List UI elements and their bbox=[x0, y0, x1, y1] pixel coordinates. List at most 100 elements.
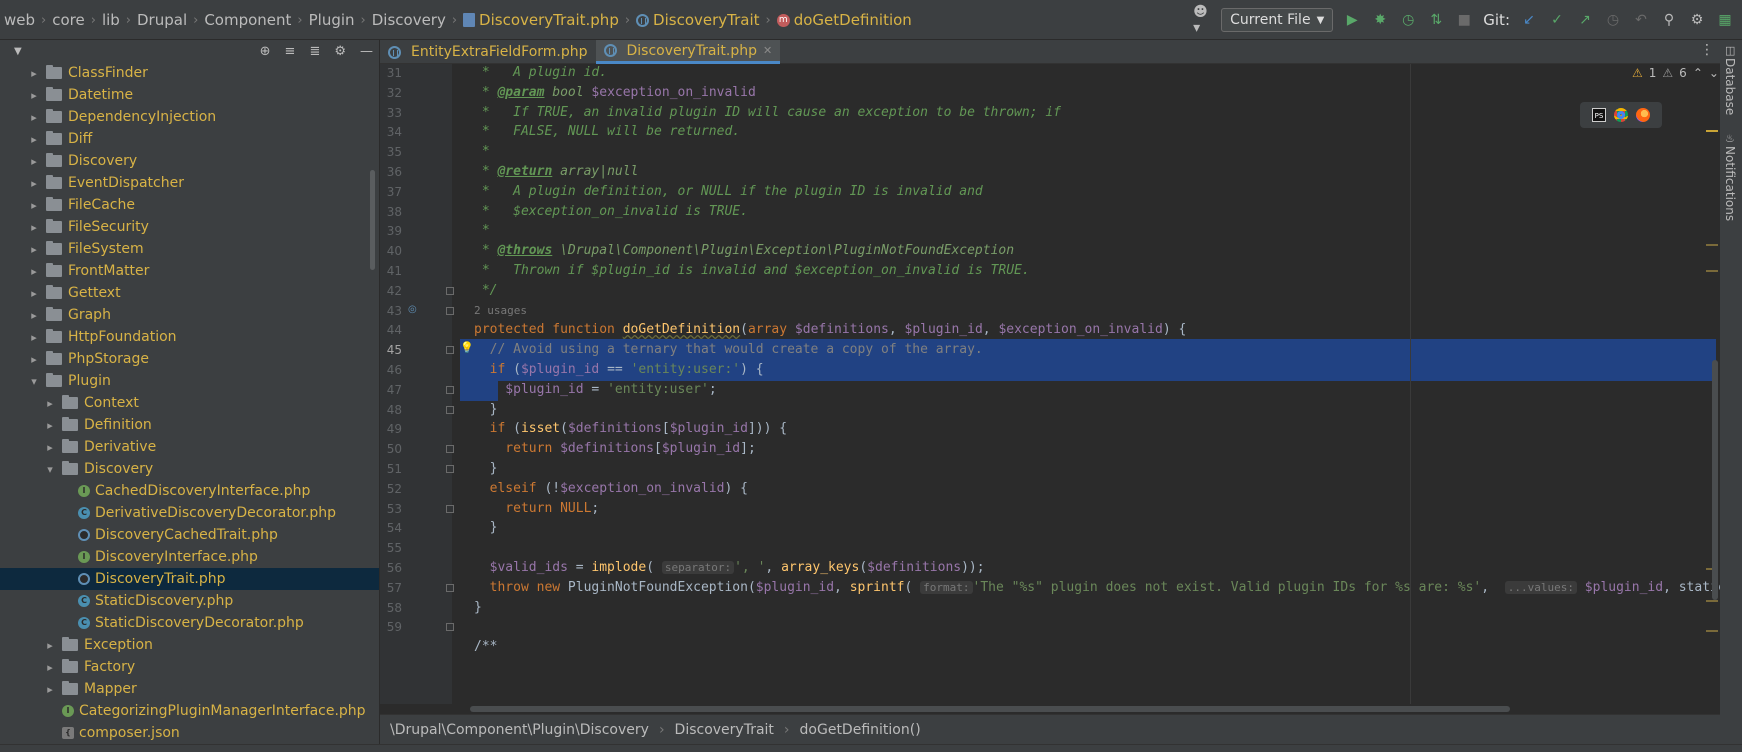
chevron-right-icon[interactable]: ▸ bbox=[28, 111, 40, 124]
marker-stripe[interactable] bbox=[1706, 600, 1718, 602]
phpstorm-icon[interactable]: PS bbox=[1592, 108, 1606, 122]
tree-folder[interactable]: ▾ Discovery bbox=[0, 458, 379, 480]
tree-scrollbar[interactable] bbox=[370, 170, 375, 270]
tree-folder[interactable]: ▸ Graph bbox=[0, 304, 379, 326]
marker-stripe[interactable] bbox=[1706, 270, 1718, 272]
database-tool-button[interactable]: Database bbox=[1723, 58, 1737, 115]
fold-marker[interactable] bbox=[446, 465, 454, 473]
breadcrumb-item[interactable]: web bbox=[4, 11, 35, 29]
run-icon[interactable]: ▶ bbox=[1343, 11, 1361, 29]
chevron-right-icon[interactable]: ▸ bbox=[44, 397, 56, 410]
marker-stripe[interactable] bbox=[1706, 244, 1718, 246]
chevron-right-icon[interactable]: ▸ bbox=[28, 331, 40, 344]
tree-file[interactable]: I DiscoveryInterface.php bbox=[0, 546, 379, 568]
breadcrumb-item[interactable]: Component bbox=[204, 11, 291, 29]
git-commit-icon[interactable]: ✓ bbox=[1548, 11, 1566, 29]
tree-file[interactable]: C StaticDiscoveryDecorator.php bbox=[0, 612, 379, 634]
marker-stripe[interactable] bbox=[1706, 630, 1718, 632]
breadcrumb-trait[interactable]: DiscoveryTrait bbox=[675, 722, 774, 738]
fold-marker[interactable] bbox=[446, 346, 454, 354]
chevron-right-icon[interactable]: ▸ bbox=[44, 441, 56, 454]
fold-marker[interactable] bbox=[446, 287, 454, 295]
hide-icon[interactable]: — bbox=[360, 44, 373, 59]
more-tabs-icon[interactable]: ⋮ bbox=[1700, 42, 1714, 58]
tree-folder[interactable]: ▸ EventDispatcher bbox=[0, 172, 379, 194]
chevron-down-icon[interactable]: ▾ bbox=[44, 463, 56, 476]
breadcrumb-item[interactable]: DiscoveryTrait bbox=[636, 11, 760, 29]
marker-stripe[interactable] bbox=[1706, 130, 1718, 132]
problems-indicator[interactable]: ⚠ 1 ⚠ 6 ⌃ ⌄ bbox=[1632, 66, 1719, 80]
collapse-all-icon[interactable]: ≣ bbox=[309, 44, 320, 59]
git-update-icon[interactable]: ↙ bbox=[1520, 11, 1538, 29]
breadcrumb-item[interactable]: m doGetDefinition bbox=[776, 11, 912, 29]
fold-marker[interactable] bbox=[446, 406, 454, 414]
settings-gear-icon[interactable]: ⚙ bbox=[1688, 11, 1706, 29]
toolbox-icon[interactable]: ▦ bbox=[1716, 11, 1734, 29]
chevron-right-icon[interactable]: ▸ bbox=[28, 221, 40, 234]
tree-folder[interactable]: ▸ Gettext bbox=[0, 282, 379, 304]
chevron-right-icon[interactable]: ▸ bbox=[44, 639, 56, 652]
chevron-right-icon[interactable]: ▸ bbox=[28, 155, 40, 168]
bell-icon[interactable]: ♨ bbox=[1725, 132, 1735, 145]
fold-marker[interactable] bbox=[446, 307, 454, 315]
debug-icon[interactable]: ✸ bbox=[1371, 11, 1389, 29]
database-icon[interactable]: ◫ bbox=[1725, 44, 1735, 57]
tree-folder[interactable]: ▸ Datetime bbox=[0, 84, 379, 106]
rollback-icon[interactable]: ↶ bbox=[1632, 11, 1650, 29]
locate-icon[interactable]: ⊕ bbox=[260, 44, 271, 59]
tree-folder[interactable]: ▸ FileCache bbox=[0, 194, 379, 216]
tree-file[interactable]: C DerivativeDiscoveryDecorator.php bbox=[0, 502, 379, 524]
gear-icon[interactable]: ⚙ bbox=[334, 44, 346, 59]
chevron-right-icon[interactable]: ▸ bbox=[44, 419, 56, 432]
fold-marker[interactable] bbox=[446, 584, 454, 592]
history-icon[interactable]: ◷ bbox=[1604, 11, 1622, 29]
tree-file[interactable]: DiscoveryCachedTrait.php bbox=[0, 524, 379, 546]
tree-file[interactable]: I CachedDiscoveryInterface.php bbox=[0, 480, 379, 502]
chevron-right-icon[interactable]: ▸ bbox=[28, 287, 40, 300]
tree-folder[interactable]: ▾ Plugin bbox=[0, 370, 379, 392]
editor-vertical-scrollbar[interactable] bbox=[1712, 360, 1718, 600]
chevron-down-icon[interactable]: ▾ bbox=[28, 375, 40, 388]
tree-folder[interactable]: ▸ Context bbox=[0, 392, 379, 414]
tree-folder[interactable]: ▸ Factory bbox=[0, 656, 379, 678]
tree-folder[interactable]: ▸ Derivative bbox=[0, 436, 379, 458]
breadcrumb-item[interactable]: DiscoveryTrait.php bbox=[463, 11, 619, 29]
tree-folder[interactable]: ▸ Definition bbox=[0, 414, 379, 436]
chevron-right-icon[interactable]: ▸ bbox=[44, 683, 56, 696]
firefox-icon[interactable] bbox=[1636, 108, 1650, 122]
breadcrumb-namespace[interactable]: \Drupal\Component\Plugin\Discovery bbox=[390, 722, 649, 738]
tree-folder[interactable]: ▸ DependencyInjection bbox=[0, 106, 379, 128]
tree-folder[interactable]: ▸ Exception bbox=[0, 634, 379, 656]
coverage-icon[interactable]: ◷ bbox=[1399, 11, 1417, 29]
notifications-tool-button[interactable]: Notifications bbox=[1723, 146, 1737, 221]
chevron-right-icon[interactable]: ▸ bbox=[28, 177, 40, 190]
tree-folder[interactable]: ▸ PhpStorage bbox=[0, 348, 379, 370]
code-editor[interactable]: 31 32 33 34 35 36 37 38 39 40 41 42 43 44 45 46 47 48 49 50… bbox=[380, 64, 1720, 704]
chevron-right-icon[interactable]: ▸ bbox=[28, 265, 40, 278]
breadcrumb-method[interactable]: doGetDefinition() bbox=[800, 722, 921, 738]
tree-folder[interactable]: ▸ ClassFinder bbox=[0, 62, 379, 84]
chevron-right-icon[interactable]: ▸ bbox=[28, 353, 40, 366]
tree-folder[interactable]: ▸ FrontMatter bbox=[0, 260, 379, 282]
fold-marker[interactable] bbox=[446, 505, 454, 513]
close-icon[interactable]: ✕ bbox=[763, 44, 772, 57]
fold-marker[interactable] bbox=[446, 445, 454, 453]
intention-bulb-icon[interactable]: 💡 bbox=[460, 341, 474, 354]
chevron-right-icon[interactable]: ▸ bbox=[28, 67, 40, 80]
chevron-right-icon[interactable]: ▸ bbox=[28, 309, 40, 322]
tree-file[interactable]: I CategorizingPluginManagerInterface.php bbox=[0, 700, 379, 722]
chrome-icon[interactable] bbox=[1614, 108, 1628, 122]
override-icon[interactable]: ◎ bbox=[408, 304, 417, 315]
stop-icon[interactable]: ■ bbox=[1455, 11, 1473, 29]
breadcrumb-item[interactable]: Plugin bbox=[309, 11, 355, 29]
next-problem-icon[interactable]: ⌄ bbox=[1709, 66, 1719, 80]
tree-folder[interactable]: ▸ Mapper bbox=[0, 678, 379, 700]
tree-folder[interactable]: ▸ Diff bbox=[0, 128, 379, 150]
tree-folder[interactable]: ▸ FileSystem bbox=[0, 238, 379, 260]
editor-horizontal-scrollbar[interactable] bbox=[470, 706, 1510, 712]
chevron-right-icon[interactable]: ▸ bbox=[28, 199, 40, 212]
tree-folder[interactable]: ▸ HttpFoundation bbox=[0, 326, 379, 348]
user-icon[interactable]: ☻▾ bbox=[1193, 4, 1211, 36]
editor-tab[interactable]: DiscoveryTrait.php ✕ bbox=[595, 40, 781, 64]
git-push-icon[interactable]: ↗ bbox=[1576, 11, 1594, 29]
